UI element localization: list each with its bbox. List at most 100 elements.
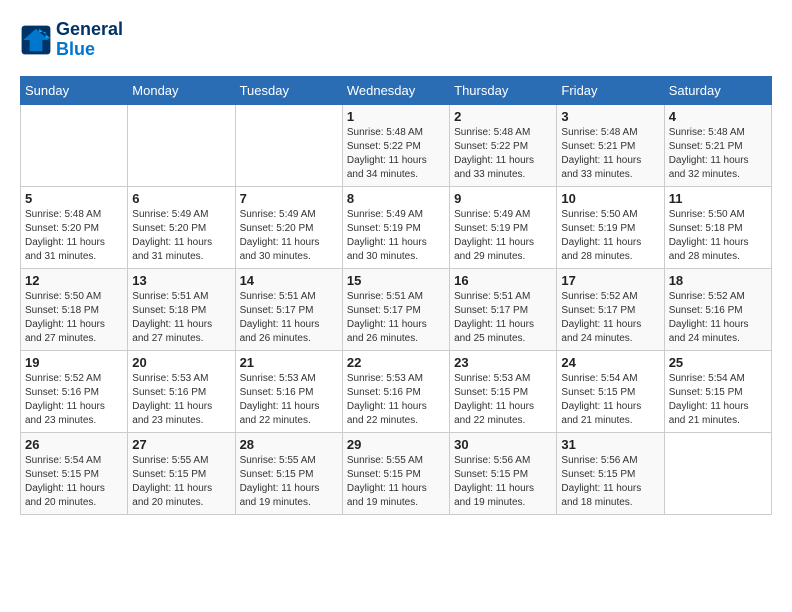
day-number: 3 [561,109,659,124]
day-number: 25 [669,355,767,370]
calendar-body: 1 Sunrise: 5:48 AM Sunset: 5:22 PM Daylig… [21,104,772,514]
day-info: Sunrise: 5:51 AM Sunset: 5:17 PM Dayligh… [454,290,552,346]
calendar-cell: 14 Sunrise: 5:51 AM Sunset: 5:17 PM Dayli… [235,268,342,350]
calendar-cell: 18 Sunrise: 5:52 AM Sunset: 5:16 PM Dayli… [664,268,771,350]
day-number: 29 [347,437,445,452]
weekday-header: Tuesday [235,76,342,104]
calendar-cell: 28 Sunrise: 5:55 AM Sunset: 5:15 PM Dayli… [235,432,342,514]
weekday-header: Thursday [450,76,557,104]
day-number: 2 [454,109,552,124]
calendar-cell: 8 Sunrise: 5:49 AM Sunset: 5:19 PM Daylig… [342,186,449,268]
calendar-cell: 16Sunrise: 5:51 AM Sunset: 5:17 PM Dayli… [450,268,557,350]
day-info: Sunrise: 5:51 AM Sunset: 5:17 PM Dayligh… [347,290,445,346]
day-number: 21 [240,355,338,370]
calendar-cell: 15 Sunrise: 5:51 AM Sunset: 5:17 PM Dayli… [342,268,449,350]
day-info: Sunrise: 5:48 AM Sunset: 5:22 PM Dayligh… [454,126,552,182]
calendar-cell: 13 Sunrise: 5:51 AM Sunset: 5:18 PM Dayli… [128,268,235,350]
day-info: Sunrise: 5:56 AM Sunset: 5:15 PM Dayligh… [561,454,659,510]
calendar-cell: 30 Sunrise: 5:56 AM Sunset: 5:15 PM Dayli… [450,432,557,514]
calendar-cell: 29 Sunrise: 5:55 AM Sunset: 5:15 PM Dayli… [342,432,449,514]
day-number: 11 [669,191,767,206]
day-number: 20 [132,355,230,370]
weekday-header: Saturday [664,76,771,104]
calendar-week-row: 19Sunrise: 5:52 AM Sunset: 5:16 PM Dayli… [21,350,772,432]
day-number: 14 [240,273,338,288]
day-info: Sunrise: 5:48 AM Sunset: 5:20 PM Dayligh… [25,208,123,264]
day-number: 8 [347,191,445,206]
day-info: Sunrise: 5:53 AM Sunset: 5:15 PM Dayligh… [454,372,552,428]
calendar-cell: 20 Sunrise: 5:53 AM Sunset: 5:16 PM Dayli… [128,350,235,432]
day-number: 7 [240,191,338,206]
calendar-table: SundayMondayTuesdayWednesdayThursdayFrid… [20,76,772,515]
day-info: Sunrise: 5:51 AM Sunset: 5:17 PM Dayligh… [240,290,338,346]
day-number: 24 [561,355,659,370]
day-info: Sunrise: 5:52 AM Sunset: 5:16 PM Dayligh… [669,290,767,346]
weekday-row: SundayMondayTuesdayWednesdayThursdayFrid… [21,76,772,104]
logo-icon [20,24,52,56]
day-info: Sunrise: 5:49 AM Sunset: 5:20 PM Dayligh… [240,208,338,264]
calendar-cell: 5 Sunrise: 5:48 AM Sunset: 5:20 PM Daylig… [21,186,128,268]
day-info: Sunrise: 5:55 AM Sunset: 5:15 PM Dayligh… [347,454,445,510]
calendar-cell: 12Sunrise: 5:50 AM Sunset: 5:18 PM Dayli… [21,268,128,350]
day-number: 12 [25,273,123,288]
calendar-week-row: 12Sunrise: 5:50 AM Sunset: 5:18 PM Dayli… [21,268,772,350]
day-number: 4 [669,109,767,124]
calendar-cell: 6 Sunrise: 5:49 AM Sunset: 5:20 PM Daylig… [128,186,235,268]
calendar-cell: 7 Sunrise: 5:49 AM Sunset: 5:20 PM Daylig… [235,186,342,268]
day-info: Sunrise: 5:56 AM Sunset: 5:15 PM Dayligh… [454,454,552,510]
day-number: 28 [240,437,338,452]
day-number: 9 [454,191,552,206]
calendar-week-row: 1 Sunrise: 5:48 AM Sunset: 5:22 PM Daylig… [21,104,772,186]
calendar-cell: 26 Sunrise: 5:54 AM Sunset: 5:15 PM Dayli… [21,432,128,514]
day-number: 30 [454,437,552,452]
calendar-cell: 24Sunrise: 5:54 AM Sunset: 5:15 PM Dayli… [557,350,664,432]
weekday-header: Wednesday [342,76,449,104]
day-number: 6 [132,191,230,206]
day-info: Sunrise: 5:48 AM Sunset: 5:21 PM Dayligh… [561,126,659,182]
day-info: Sunrise: 5:55 AM Sunset: 5:15 PM Dayligh… [240,454,338,510]
day-number: 19 [25,355,123,370]
calendar-week-row: 5 Sunrise: 5:48 AM Sunset: 5:20 PM Daylig… [21,186,772,268]
weekday-header: Sunday [21,76,128,104]
calendar-cell: 31 Sunrise: 5:56 AM Sunset: 5:15 PM Dayli… [557,432,664,514]
calendar-cell: 25 Sunrise: 5:54 AM Sunset: 5:15 PM Dayli… [664,350,771,432]
day-info: Sunrise: 5:49 AM Sunset: 5:20 PM Dayligh… [132,208,230,264]
day-info: Sunrise: 5:50 AM Sunset: 5:18 PM Dayligh… [669,208,767,264]
calendar-cell: 3 Sunrise: 5:48 AM Sunset: 5:21 PM Daylig… [557,104,664,186]
day-number: 26 [25,437,123,452]
calendar-cell [128,104,235,186]
day-number: 17 [561,273,659,288]
day-number: 22 [347,355,445,370]
calendar-cell: 9 Sunrise: 5:49 AM Sunset: 5:19 PM Daylig… [450,186,557,268]
day-number: 5 [25,191,123,206]
day-number: 1 [347,109,445,124]
calendar-cell: 1Sunrise: 5:48 AM Sunset: 5:22 PM Daylig… [342,104,449,186]
day-number: 18 [669,273,767,288]
day-info: Sunrise: 5:49 AM Sunset: 5:19 PM Dayligh… [347,208,445,264]
calendar-cell: 27Sunrise: 5:55 AM Sunset: 5:15 PM Dayli… [128,432,235,514]
calendar-cell: 23 Sunrise: 5:53 AM Sunset: 5:15 PM Dayli… [450,350,557,432]
day-info: Sunrise: 5:50 AM Sunset: 5:19 PM Dayligh… [561,208,659,264]
day-number: 10 [561,191,659,206]
day-number: 13 [132,273,230,288]
calendar-cell: 10 Sunrise: 5:50 AM Sunset: 5:19 PM Dayli… [557,186,664,268]
day-info: Sunrise: 5:53 AM Sunset: 5:16 PM Dayligh… [347,372,445,428]
day-number: 23 [454,355,552,370]
day-info: Sunrise: 5:51 AM Sunset: 5:18 PM Dayligh… [132,290,230,346]
day-info: Sunrise: 5:54 AM Sunset: 5:15 PM Dayligh… [669,372,767,428]
day-number: 15 [347,273,445,288]
day-info: Sunrise: 5:52 AM Sunset: 5:17 PM Dayligh… [561,290,659,346]
day-number: 31 [561,437,659,452]
page-header: General Blue [20,20,772,60]
calendar-cell [235,104,342,186]
weekday-header: Friday [557,76,664,104]
day-info: Sunrise: 5:49 AM Sunset: 5:19 PM Dayligh… [454,208,552,264]
day-info: Sunrise: 5:54 AM Sunset: 5:15 PM Dayligh… [25,454,123,510]
day-info: Sunrise: 5:53 AM Sunset: 5:16 PM Dayligh… [240,372,338,428]
calendar-cell: 4Sunrise: 5:48 AM Sunset: 5:21 PM Daylig… [664,104,771,186]
day-info: Sunrise: 5:53 AM Sunset: 5:16 PM Dayligh… [132,372,230,428]
calendar-header: SundayMondayTuesdayWednesdayThursdayFrid… [21,76,772,104]
day-info: Sunrise: 5:55 AM Sunset: 5:15 PM Dayligh… [132,454,230,510]
calendar-cell [21,104,128,186]
calendar-cell [664,432,771,514]
